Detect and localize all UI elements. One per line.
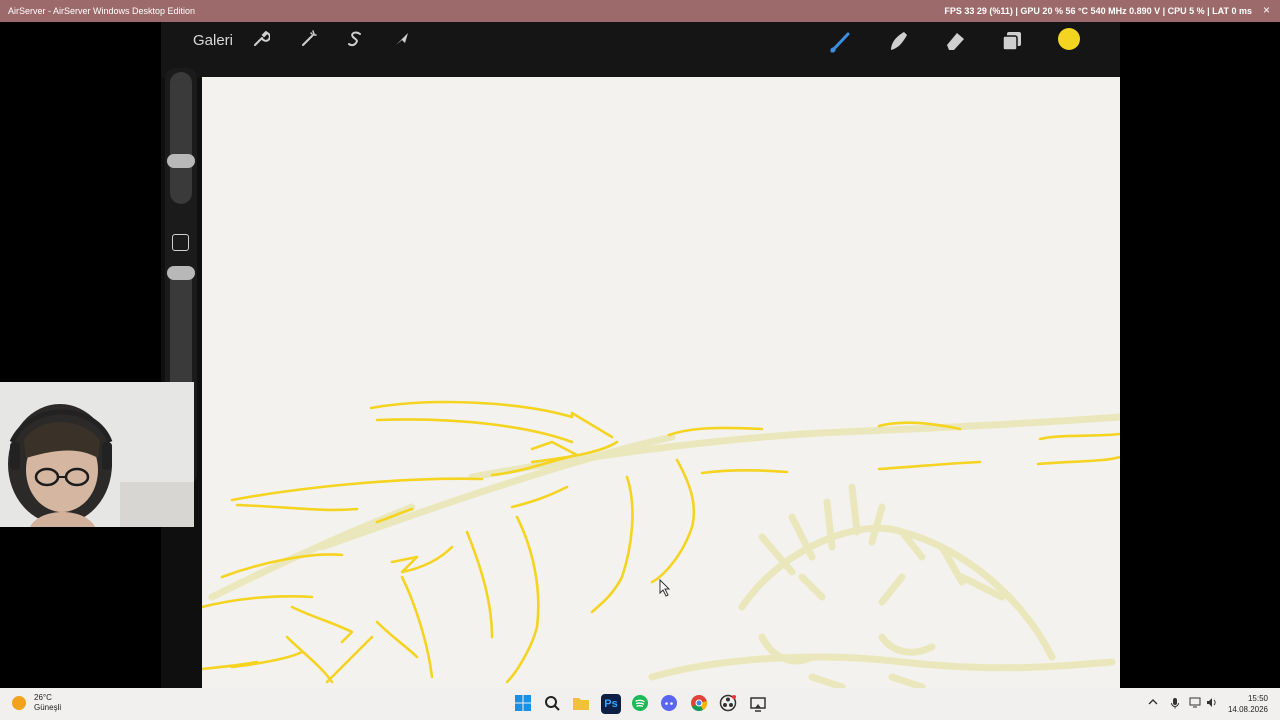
windows-taskbar: 26°C Güneşli Ps 15:50 14.08.2026 — [0, 688, 1280, 720]
gallery-button[interactable]: Galeri — [193, 32, 233, 49]
volume-icon[interactable] — [1206, 697, 1218, 711]
modify-button[interactable] — [172, 234, 189, 251]
discord-icon[interactable] — [659, 694, 679, 714]
top-toolbar: Galeri — [161, 22, 1120, 78]
weather-description: Güneşli — [34, 703, 62, 712]
clock-time: 15:50 — [1247, 694, 1268, 703]
photoshop-icon[interactable]: Ps — [601, 694, 621, 714]
microphone-icon[interactable] — [1170, 697, 1180, 712]
chevron-up-icon[interactable] — [1148, 697, 1158, 710]
selection-s-icon[interactable] — [343, 30, 367, 54]
brush-size-slider[interactable] — [167, 72, 195, 204]
layers-icon[interactable] — [1000, 30, 1024, 54]
file-explorer-icon[interactable] — [571, 694, 591, 714]
performance-overlay: FPS 33 29 (%11) | GPU 20 % 56 °C 540 MHz… — [944, 6, 1252, 16]
weather-temperature: 26°C — [34, 693, 52, 702]
arrow-cursor-icon[interactable] — [390, 30, 414, 54]
color-picker-button[interactable] — [1058, 28, 1080, 50]
wrench-icon[interactable] — [249, 30, 273, 54]
close-icon[interactable]: × — [1263, 3, 1270, 17]
system-clock[interactable]: 15:50 14.08.2026 — [1228, 693, 1268, 715]
network-icon[interactable] — [1189, 697, 1201, 711]
start-icon[interactable] — [513, 694, 533, 714]
search-icon[interactable] — [542, 694, 562, 714]
airserver-icon[interactable] — [748, 694, 768, 714]
magic-wand-icon[interactable] — [297, 30, 321, 54]
webcam-overlay — [0, 382, 194, 527]
opacity-thumb[interactable] — [167, 266, 195, 280]
obs-icon[interactable] — [718, 694, 738, 714]
brush-icon[interactable] — [828, 30, 852, 54]
window-title: AirServer - AirServer Windows Desktop Ed… — [8, 6, 196, 16]
spotify-icon[interactable] — [630, 694, 650, 714]
window-titlebar: AirServer - AirServer Windows Desktop Ed… — [0, 0, 1280, 22]
eraser-icon[interactable] — [943, 30, 967, 54]
brush-size-thumb[interactable] — [167, 154, 195, 168]
chrome-icon[interactable] — [689, 694, 709, 714]
canvas-artwork — [202, 400, 1120, 688]
webcam-image — [0, 382, 194, 527]
clock-date: 14.08.2026 — [1227, 705, 1268, 714]
sun-icon — [12, 696, 26, 710]
smudge-icon[interactable] — [886, 30, 910, 54]
drawing-canvas[interactable] — [202, 77, 1120, 688]
procreate-window: Galeri — [161, 22, 1120, 688]
